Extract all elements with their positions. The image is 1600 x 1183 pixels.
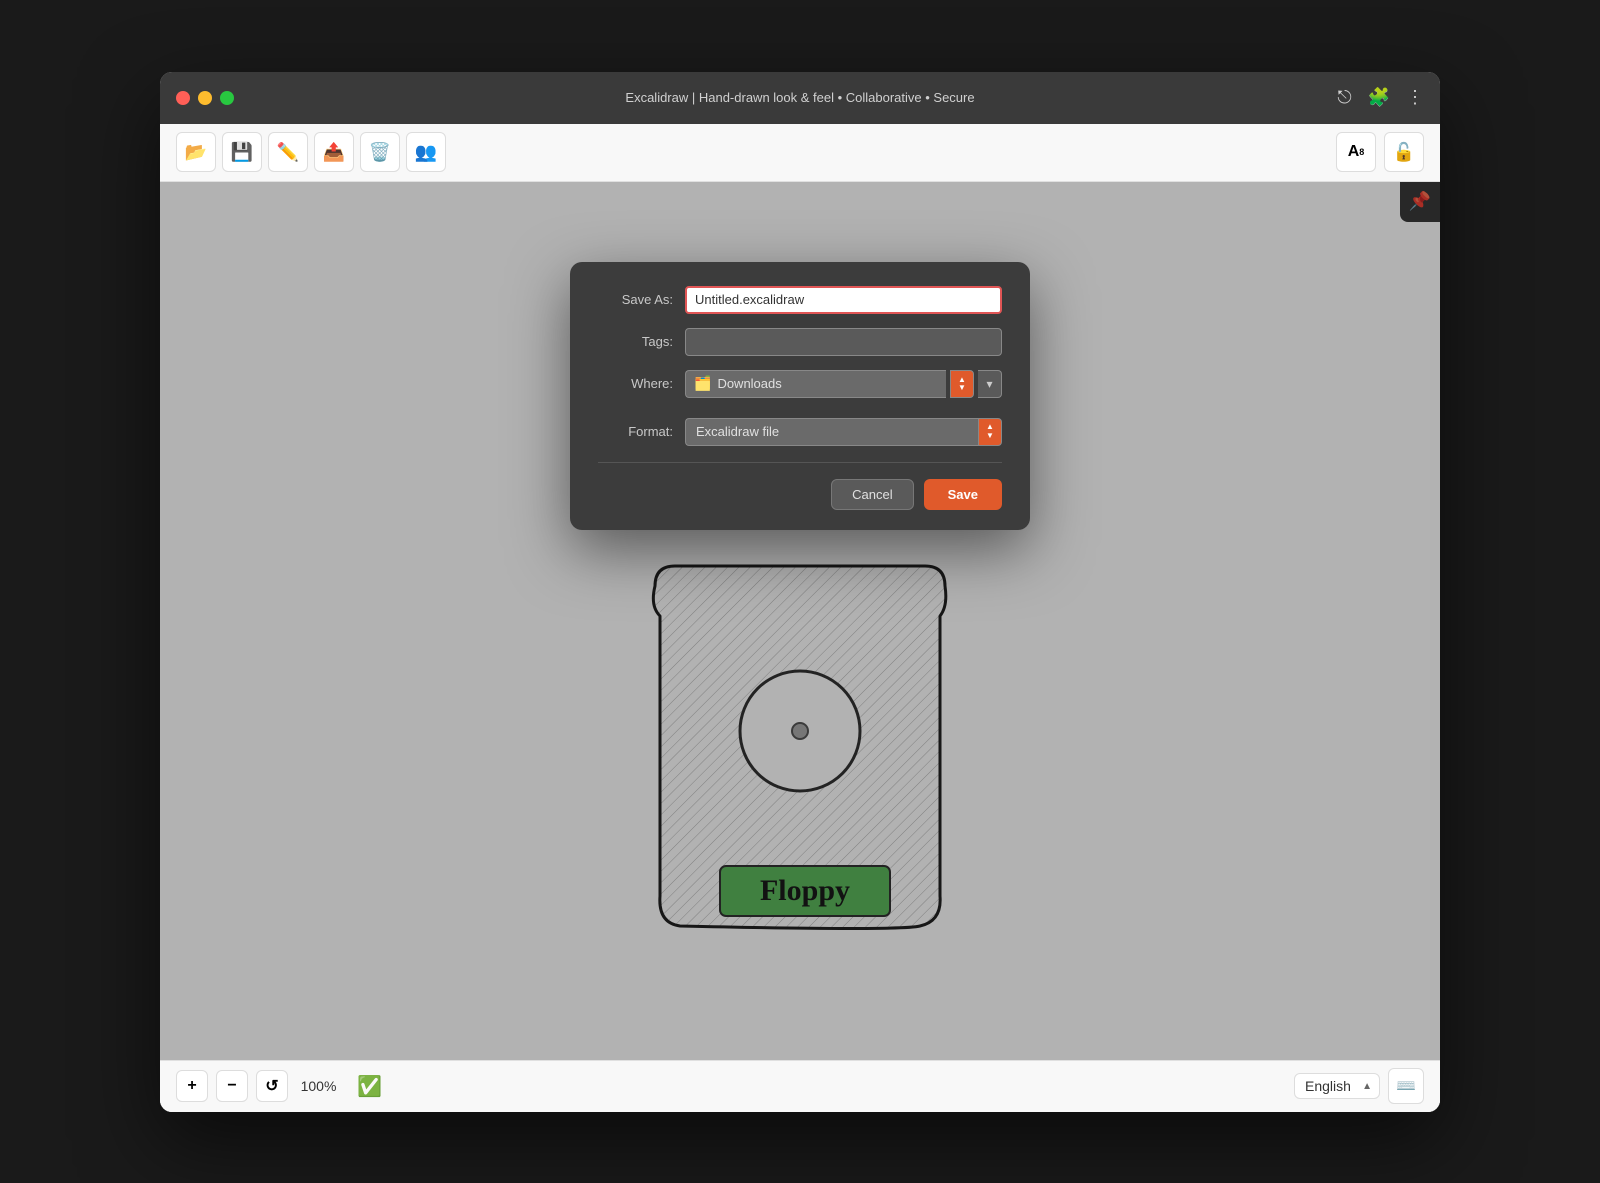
dialog-divider xyxy=(598,462,1002,463)
format-row: Format: Excalidraw file ▲ ▼ xyxy=(598,418,1002,446)
cancel-button[interactable]: Cancel xyxy=(831,479,913,510)
modal-overlay: Save As: Tags: Where: 🗂️ xyxy=(160,182,1440,1060)
maximize-button[interactable] xyxy=(220,91,234,105)
save-dialog: Save As: Tags: Where: 🗂️ xyxy=(570,262,1030,530)
canvas-area[interactable]: Floppy 📌 Save As: xyxy=(160,182,1440,1060)
zoom-reset-button[interactable]: ↺ xyxy=(256,1070,288,1102)
titlebar-actions: ⎋ 🧩 ⋮ xyxy=(1337,87,1424,108)
language-wrapper: English ▲ xyxy=(1294,1073,1380,1099)
share-icon[interactable]: ⎋ xyxy=(1337,87,1351,108)
chevron-down-icon: ▾ xyxy=(986,377,992,391)
keyboard-button[interactable]: ⌨️ xyxy=(1388,1068,1424,1104)
where-stepper[interactable]: ▲ ▼ xyxy=(950,370,974,398)
dialog-buttons: Cancel Save xyxy=(598,479,1002,510)
where-value: Downloads xyxy=(717,376,781,391)
where-row: Where: 🗂️ Downloads ▲ ▼ ▾ xyxy=(598,370,1002,398)
bottom-right: English ▲ ⌨️ xyxy=(1294,1068,1424,1104)
tags-label: Tags: xyxy=(598,334,673,349)
zoom-out-button[interactable]: − xyxy=(216,1070,248,1102)
toolbar: 📂 💾 ✏️ 📤 🗑️ 👥 A8 🔓 xyxy=(160,124,1440,182)
bottom-bar: + − ↺ 100% ✅ English ▲ ⌨️ xyxy=(160,1060,1440,1112)
zoom-level: 100% xyxy=(296,1078,341,1094)
save-button[interactable]: 💾 xyxy=(222,132,262,172)
app-window: Excalidraw | Hand-drawn look & feel • Co… xyxy=(160,72,1440,1112)
minimize-button[interactable] xyxy=(198,91,212,105)
format-stepper[interactable]: ▲ ▼ xyxy=(978,418,1002,446)
save-as-row: Save As: xyxy=(598,286,1002,314)
lock-button[interactable]: 🔓 xyxy=(1384,132,1424,172)
format-value: Excalidraw file xyxy=(696,424,779,439)
format-stepper-down-icon: ▼ xyxy=(986,432,994,440)
traffic-lights xyxy=(176,91,234,105)
format-stepper-up-icon: ▲ xyxy=(986,423,994,431)
stepper-down-icon: ▼ xyxy=(958,384,966,392)
delete-button[interactable]: 🗑️ xyxy=(360,132,400,172)
keyboard-icon: ⌨️ xyxy=(1396,1076,1416,1096)
format-wrapper: Excalidraw file ▲ ▼ xyxy=(685,418,1002,446)
tags-input[interactable] xyxy=(685,328,1002,356)
save-as-input[interactable] xyxy=(685,286,1002,314)
export-button[interactable]: 📤 xyxy=(314,132,354,172)
language-select[interactable]: English xyxy=(1294,1073,1380,1099)
open-folder-button[interactable]: 📂 xyxy=(176,132,216,172)
where-wrapper: 🗂️ Downloads ▲ ▼ ▾ xyxy=(685,370,1002,398)
font-button[interactable]: A8 xyxy=(1336,132,1376,172)
tags-row: Tags: xyxy=(598,328,1002,356)
app-content: 📂 💾 ✏️ 📤 🗑️ 👥 A8 🔓 # ffffff xyxy=(160,124,1440,1112)
zoom-controls: + − ↺ 100% ✅ xyxy=(176,1070,382,1102)
security-icon: ✅ xyxy=(357,1074,382,1099)
format-main[interactable]: Excalidraw file xyxy=(685,418,978,446)
where-label: Where: xyxy=(598,376,673,391)
save-as-label: Save As: xyxy=(598,292,673,307)
where-main[interactable]: 🗂️ Downloads xyxy=(685,370,946,398)
titlebar: Excalidraw | Hand-drawn look & feel • Co… xyxy=(160,72,1440,124)
close-button[interactable] xyxy=(176,91,190,105)
where-expand-button[interactable]: ▾ xyxy=(978,370,1002,398)
collaborate-button[interactable]: 👥 xyxy=(406,132,446,172)
save-button-dialog[interactable]: Save xyxy=(924,479,1002,510)
format-label: Format: xyxy=(598,424,673,439)
window-title: Excalidraw | Hand-drawn look & feel • Co… xyxy=(625,90,974,105)
edit-button[interactable]: ✏️ xyxy=(268,132,308,172)
zoom-in-button[interactable]: + xyxy=(176,1070,208,1102)
folder-icon: 🗂️ xyxy=(694,375,711,392)
menu-icon[interactable]: ⋮ xyxy=(1406,87,1424,108)
extensions-icon[interactable]: 🧩 xyxy=(1368,87,1390,108)
